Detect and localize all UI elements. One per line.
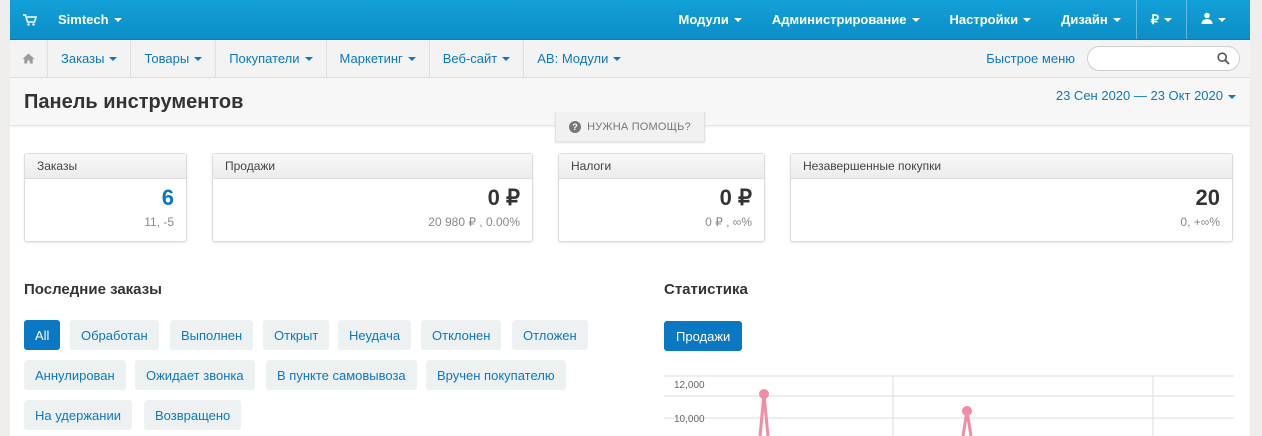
chevron-down-icon <box>502 56 511 61</box>
search-box <box>1087 46 1240 71</box>
chevron-down-icon <box>1164 17 1172 22</box>
search-icon[interactable] <box>1217 52 1230 68</box>
page-title: Панель инструментов <box>24 91 244 113</box>
question-icon: ? <box>569 120 582 133</box>
help-label: НУЖНА ПОМОЩЬ? <box>587 120 691 133</box>
chevron-down-icon <box>733 17 742 22</box>
subnav-products[interactable]: Товары <box>131 40 217 77</box>
card-value[interactable]: 6 <box>25 179 186 209</box>
date-range-picker[interactable]: 23 Сен 2020 — 23 Окт 2020 <box>1056 88 1236 103</box>
filter-processed[interactable]: Обработан <box>70 320 159 350</box>
chevron-down-icon <box>1023 17 1032 22</box>
card-title: Незавершенные покупки <box>791 154 1232 179</box>
chevron-down-icon <box>911 17 920 22</box>
nav-administration[interactable]: Администрирование <box>757 0 935 39</box>
y-tick-label: 10,000 <box>674 414 705 425</box>
user-icon <box>1201 12 1213 27</box>
nav-design-label: Дизайн <box>1061 12 1108 27</box>
filter-backordered[interactable]: Отложен <box>512 320 588 350</box>
filter-open[interactable]: Открыт <box>263 320 330 350</box>
main-content: Панель инструментов 23 Сен 2020 — 23 Окт… <box>10 78 1250 436</box>
date-range-label: 23 Сен 2020 — 23 Окт 2020 <box>1055 88 1223 103</box>
card-title: Налоги <box>559 154 764 179</box>
chevron-down-icon <box>109 56 118 61</box>
subnav-website[interactable]: Веб-сайт <box>430 40 525 77</box>
data-point[interactable] <box>962 406 972 416</box>
nav-settings-label: Настройки <box>949 12 1019 27</box>
filter-delivered[interactable]: Вручен покупателю <box>426 360 566 390</box>
chevron-down-icon <box>407 56 416 61</box>
nav-design[interactable]: Дизайн <box>1046 0 1136 39</box>
brand-label: Simtech <box>58 12 109 27</box>
search-input[interactable] <box>1088 47 1208 70</box>
currency-label: ₽ <box>1150 11 1159 27</box>
subnav-ab-modules-label: AB: Модули <box>537 51 609 66</box>
filter-canceled[interactable]: Аннулирован <box>24 360 126 390</box>
card-delta: 0, +∞% <box>1180 215 1220 229</box>
card-value: 0 ₽ <box>719 185 752 210</box>
statistics-title: Статистика <box>664 281 748 298</box>
filter-on-hold[interactable]: На удержании <box>24 400 132 430</box>
nav-modules[interactable]: Модули <box>664 0 757 39</box>
chevron-down-icon <box>304 56 313 61</box>
card-delta: 0 ₽ , ∞% <box>705 215 752 229</box>
card-value: 0 ₽ <box>487 185 520 210</box>
subnav-orders-label: Заказы <box>61 51 105 66</box>
filter-all[interactable]: All <box>24 320 61 350</box>
sales-tab-button[interactable]: Продажи <box>664 321 743 351</box>
subnav-marketing[interactable]: Маркетинг <box>327 40 430 77</box>
stat-card-orders: Заказы 6 11, -5 <box>24 153 187 242</box>
filter-awaiting-call[interactable]: Ожидает звонка <box>135 360 255 390</box>
card-title: Заказы <box>25 154 186 179</box>
top-navbar: Simtech Модули Администрирование Настрой… <box>10 0 1250 40</box>
chevron-down-icon <box>1228 94 1236 99</box>
subnav-customers-label: Покупатели <box>229 51 300 66</box>
stat-card-abandoned-carts: Незавершенные покупки 20 0, +∞% <box>790 153 1233 242</box>
subnav-products-label: Товары <box>144 51 190 66</box>
sub-navbar: Заказы Товары Покупатели Маркетинг Веб-с… <box>10 40 1250 78</box>
filter-declined[interactable]: Отклонен <box>421 320 502 350</box>
cart-icon[interactable] <box>10 13 50 26</box>
filter-pickup-point[interactable]: В пункте самовывоза <box>266 360 417 390</box>
recent-orders-title: Последние заказы <box>24 281 162 298</box>
data-point[interactable] <box>759 389 769 399</box>
chevron-down-icon <box>1218 17 1226 22</box>
filter-failed[interactable]: Неудача <box>338 320 412 350</box>
chevron-down-icon <box>113 17 122 22</box>
chevron-down-icon <box>1112 17 1121 22</box>
card-value: 20 <box>1195 185 1220 210</box>
chevron-down-icon <box>194 56 203 61</box>
nav-settings[interactable]: Настройки <box>935 0 1047 39</box>
filter-complete[interactable]: Выполнен <box>170 320 254 350</box>
subnav-marketing-label: Маркетинг <box>339 51 403 66</box>
subnav-orders[interactable]: Заказы <box>48 40 132 77</box>
nav-administration-label: Администрирование <box>771 12 907 27</box>
subnav-ab-modules[interactable]: AB: Модули <box>524 40 634 77</box>
currency-menu[interactable]: ₽ <box>1135 0 1186 39</box>
subnav-website-label: Веб-сайт <box>442 51 498 66</box>
brand-menu[interactable]: Simtech <box>58 12 122 27</box>
user-menu[interactable] <box>1186 0 1250 39</box>
help-button[interactable]: ? НУЖНА ПОМОЩЬ? <box>555 112 705 142</box>
nav-modules-label: Модули <box>678 12 729 27</box>
card-title: Продажи <box>213 154 532 179</box>
chevron-down-icon <box>613 56 622 61</box>
home-icon[interactable] <box>10 40 48 77</box>
stat-card-taxes: Налоги 0 ₽ 0 ₽ , ∞% <box>558 153 765 242</box>
statistics-chart: 12,000 10,000 <box>664 366 1234 436</box>
quick-menu-link[interactable]: Быстрое меню <box>986 51 1075 66</box>
y-tick-label: 12,000 <box>674 380 705 391</box>
card-delta: 20 980 ₽ , 0.00% <box>428 215 520 229</box>
subnav-customers[interactable]: Покупатели <box>216 40 327 77</box>
filter-returned[interactable]: Возвращено <box>144 400 242 430</box>
card-delta: 11, -5 <box>144 215 174 229</box>
stat-card-sales: Продажи 0 ₽ 20 980 ₽ , 0.00% <box>212 153 533 242</box>
